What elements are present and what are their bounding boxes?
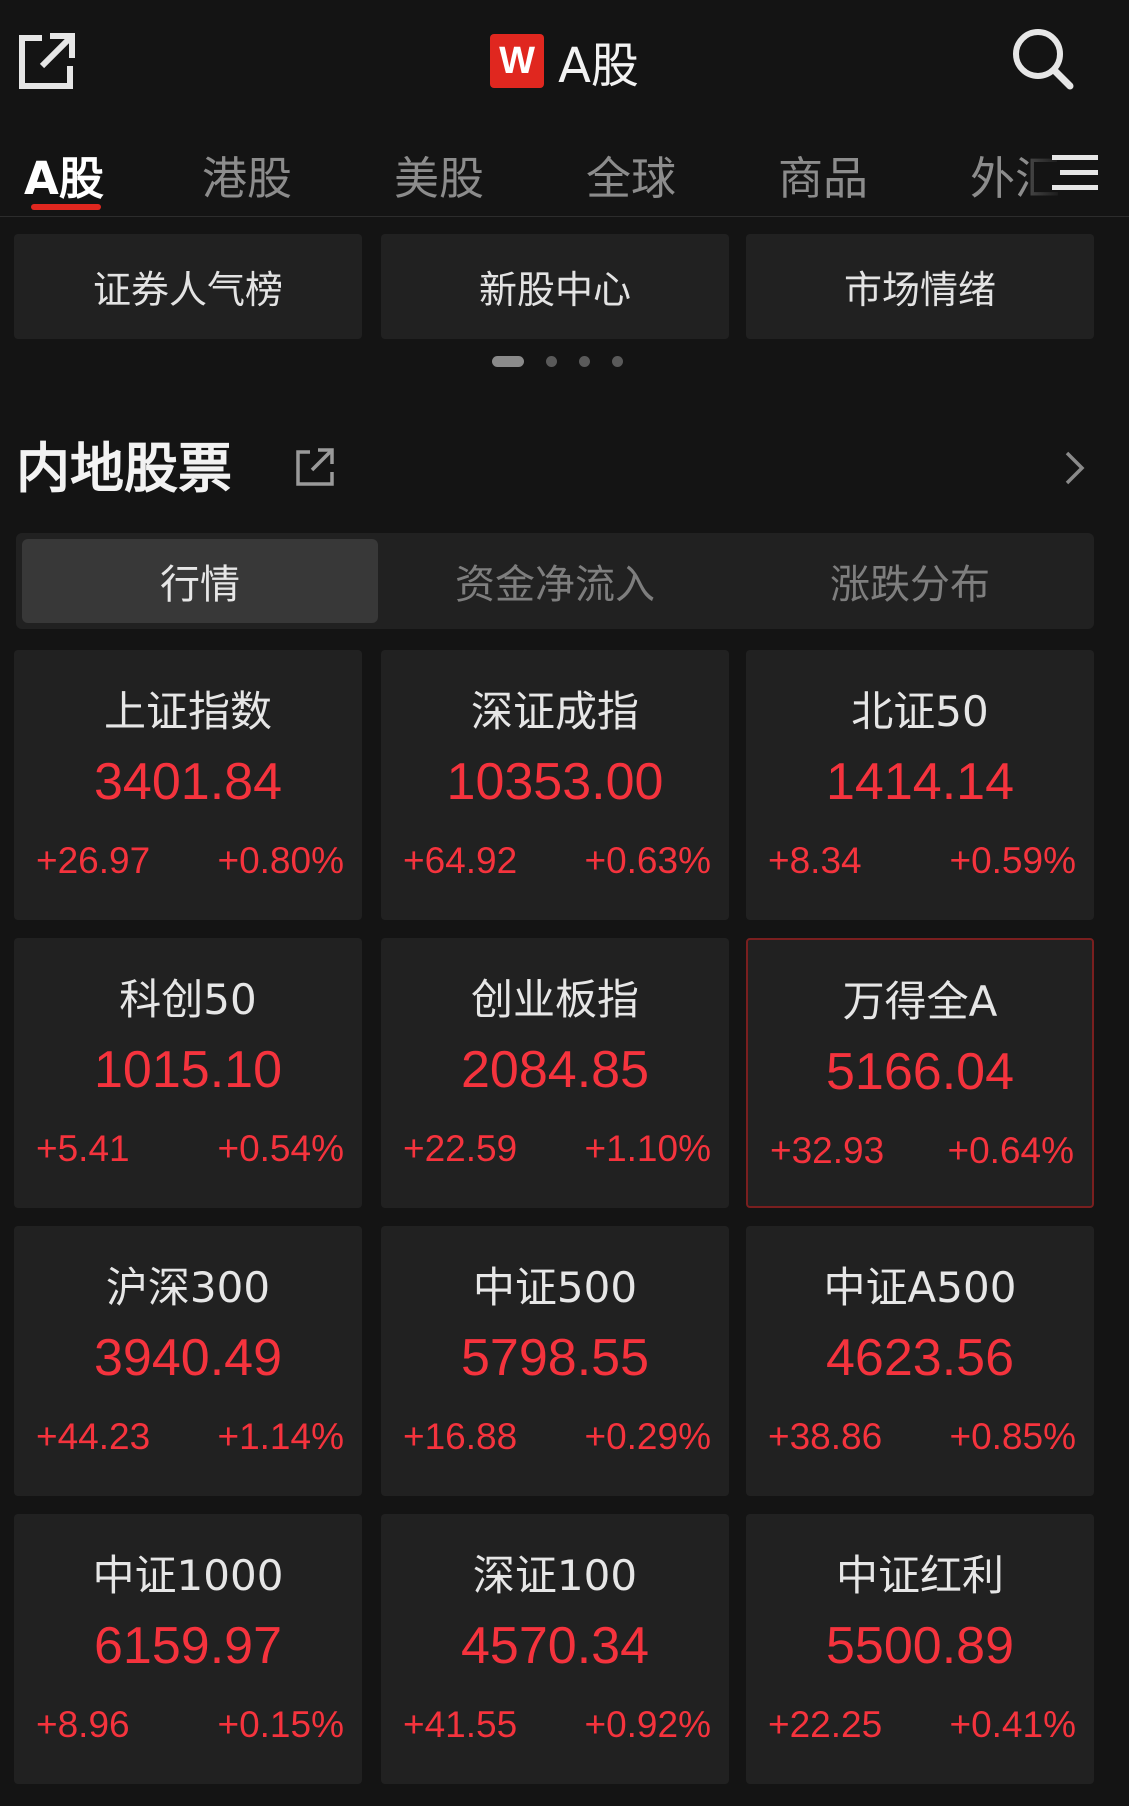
index-change-pct: +0.15%: [217, 1704, 344, 1745]
index-change-pct: +1.10%: [584, 1128, 711, 1169]
segment-distribution[interactable]: 涨跌分布: [732, 539, 1088, 623]
active-tab-indicator: [31, 204, 101, 210]
index-card-sse-composite[interactable]: 上证指数 3401.84 +26.97 +0.80%: [14, 650, 362, 920]
index-change: +32.93: [770, 1130, 885, 1171]
index-name: 科创50: [119, 975, 257, 1024]
quick-tile-popular-securities[interactable]: 证券人气榜: [14, 234, 362, 339]
index-card-csi-500[interactable]: 中证500 5798.55 +16.88 +0.29%: [381, 1226, 729, 1496]
market-tabs: A股 港股 美股 全球 商品 外汇: [0, 130, 1129, 217]
segment-quotes[interactable]: 行情: [22, 539, 378, 623]
index-value: 4570.34: [461, 1617, 649, 1675]
index-change: +44.23: [36, 1416, 151, 1457]
index-change: +22.59: [403, 1128, 518, 1169]
search-icon[interactable]: [1010, 26, 1076, 92]
index-change-pct: +0.63%: [584, 840, 711, 881]
index-name: 中证500: [472, 1263, 638, 1312]
chevron-right-icon[interactable]: [1062, 448, 1088, 488]
index-card-star-50[interactable]: 科创50 1015.10 +5.41 +0.54%: [14, 938, 362, 1208]
index-value: 3940.49: [94, 1329, 282, 1387]
index-value: 5798.55: [461, 1329, 649, 1387]
index-change-pct: +0.29%: [584, 1416, 711, 1457]
index-change: +16.88: [403, 1416, 518, 1457]
page-dot[interactable]: [546, 355, 557, 367]
index-value: 5500.89: [826, 1617, 1014, 1675]
page-dot[interactable]: [612, 355, 623, 367]
index-value: 10353.00: [446, 753, 664, 811]
index-name: 深证100: [472, 1551, 638, 1600]
index-change-pct: +0.64%: [947, 1130, 1074, 1171]
share-external-icon[interactable]: [294, 446, 336, 488]
index-value: 4623.56: [826, 1329, 1014, 1387]
index-value: 5166.04: [826, 1043, 1014, 1101]
index-card-csi-1000[interactable]: 中证1000 6159.97 +8.96 +0.15%: [14, 1514, 362, 1784]
index-value: 6159.97: [94, 1617, 282, 1675]
tab-global[interactable]: 全球: [586, 142, 676, 207]
page-indicator: [492, 354, 623, 368]
index-name: 深证成指: [470, 687, 639, 736]
index-change: +8.96: [36, 1704, 130, 1745]
tab-hk-shares[interactable]: 港股: [202, 142, 292, 207]
quick-tile-market-sentiment[interactable]: 市场情绪: [746, 234, 1094, 339]
section-title: 内地股票: [16, 437, 232, 500]
title-group: W A股: [0, 30, 1129, 94]
segment-net-inflow[interactable]: 资金净流入: [377, 539, 733, 623]
top-bar: W A股: [0, 0, 1129, 120]
tab-a-shares[interactable]: A股: [24, 142, 104, 207]
index-name: 中证A500: [823, 1263, 1017, 1312]
menu-icon[interactable]: [1052, 152, 1098, 192]
index-name: 北证50: [851, 687, 989, 736]
index-card-szse-component[interactable]: 深证成指 10353.00 +64.92 +0.63%: [381, 650, 729, 920]
tab-commodities[interactable]: 商品: [778, 142, 868, 207]
page-dot[interactable]: [492, 355, 524, 367]
page-dot[interactable]: [579, 355, 590, 367]
tab-us-shares[interactable]: 美股: [394, 142, 484, 207]
index-change: +22.25: [768, 1704, 883, 1745]
app-logo: W: [490, 34, 545, 88]
index-card-csi-300[interactable]: 沪深300 3940.49 +44.23 +1.14%: [14, 1226, 362, 1496]
index-value: 2084.85: [461, 1041, 649, 1099]
index-change-pct: +0.54%: [217, 1128, 344, 1169]
quick-tile-new-stocks[interactable]: 新股中心: [381, 234, 729, 339]
index-change: +38.86: [768, 1416, 883, 1457]
index-card-bse-50[interactable]: 北证50 1414.14 +8.34 +0.59%: [746, 650, 1094, 920]
index-change: +26.97: [36, 840, 151, 881]
index-card-szse-100[interactable]: 深证100 4570.34 +41.55 +0.92%: [381, 1514, 729, 1784]
index-change-pct: +0.85%: [949, 1416, 1076, 1457]
index-name: 中证1000: [92, 1551, 284, 1600]
index-change: +5.41: [36, 1128, 130, 1169]
index-change-pct: +0.41%: [949, 1704, 1076, 1745]
index-change: +41.55: [403, 1704, 518, 1745]
index-card-wind-all-a[interactable]: 万得全A 5166.04 +32.93 +0.64%: [746, 938, 1094, 1208]
index-change: +64.92: [403, 840, 518, 881]
index-card-chinext[interactable]: 创业板指 2084.85 +22.59 +1.10%: [381, 938, 729, 1208]
index-name: 沪深300: [105, 1263, 271, 1312]
index-name: 创业板指: [470, 975, 639, 1024]
index-change-pct: +0.80%: [217, 840, 344, 881]
index-value: 1414.14: [826, 753, 1014, 811]
index-value: 3401.84: [94, 753, 282, 811]
index-change: +8.34: [768, 840, 862, 881]
index-value: 1015.10: [94, 1041, 282, 1099]
index-name: 万得全A: [842, 977, 998, 1026]
index-change-pct: +1.14%: [217, 1416, 344, 1457]
index-change-pct: +0.59%: [949, 840, 1076, 881]
index-change-pct: +0.92%: [584, 1704, 711, 1745]
index-card-csi-a500[interactable]: 中证A500 4623.56 +38.86 +0.85%: [746, 1226, 1094, 1496]
page-title: A股: [558, 38, 639, 94]
index-card-csi-dividend[interactable]: 中证红利 5500.89 +22.25 +0.41%: [746, 1514, 1094, 1784]
index-name: 中证红利: [835, 1551, 1004, 1600]
index-name: 上证指数: [103, 687, 272, 736]
view-segmented-control: 行情 资金净流入 涨跌分布: [16, 533, 1094, 629]
